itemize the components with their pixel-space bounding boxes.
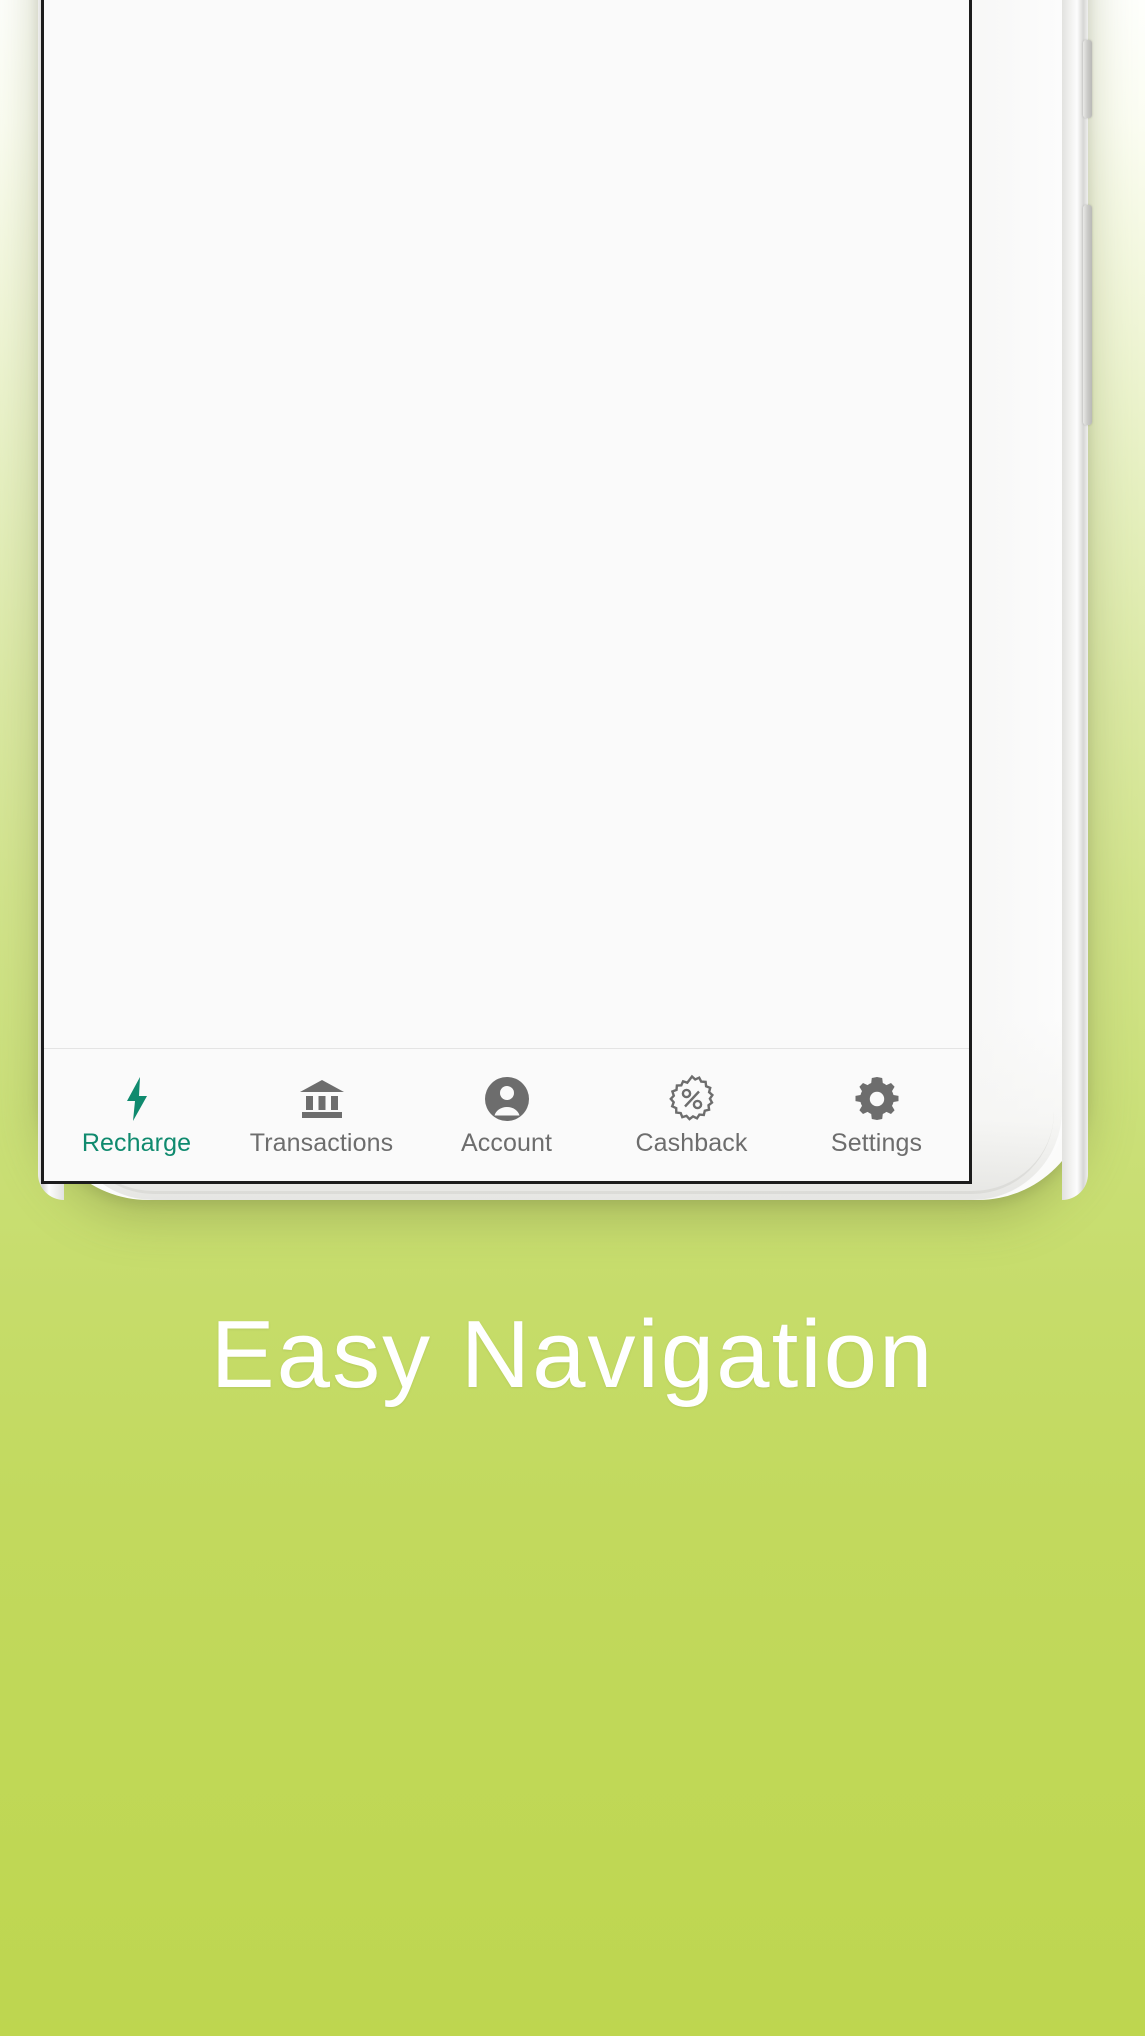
phone-screen: Prepaid DTH Postpaid Electricity Mobile … — [41, 0, 972, 1184]
lightning-bolt-icon — [122, 1073, 152, 1125]
nav-item-settings[interactable]: Settings — [784, 1073, 969, 1158]
volume-button[interactable] — [1083, 40, 1092, 118]
percent-badge-icon — [667, 1073, 717, 1125]
nav-label-settings: Settings — [830, 1128, 923, 1157]
nav-item-account[interactable]: Account — [414, 1073, 599, 1158]
promo-caption: Easy Navigation — [210, 1301, 935, 1408]
gear-icon — [853, 1073, 901, 1125]
nav-label-recharge: Recharge — [81, 1128, 192, 1157]
power-button[interactable] — [1083, 205, 1092, 425]
phone-right-rail — [1062, 0, 1092, 1200]
nav-label-account: Account — [460, 1128, 553, 1157]
nav-item-cashback[interactable]: Cashback — [599, 1073, 784, 1158]
nav-label-cashback: Cashback — [635, 1128, 748, 1157]
recharge-form: Mobile No Operator — [44, 0, 969, 1048]
bank-icon — [298, 1073, 346, 1125]
app-viewport: Prepaid DTH Postpaid Electricity Mobile … — [44, 0, 969, 1181]
nav-item-recharge[interactable]: Recharge — [44, 1073, 229, 1158]
person-circle-icon — [484, 1073, 530, 1125]
nav-item-transactions[interactable]: Transactions — [229, 1073, 414, 1158]
bottom-navigation-bar: Recharge Transactions Account Cashback S… — [44, 1048, 969, 1181]
nav-label-transactions: Transactions — [249, 1128, 394, 1157]
